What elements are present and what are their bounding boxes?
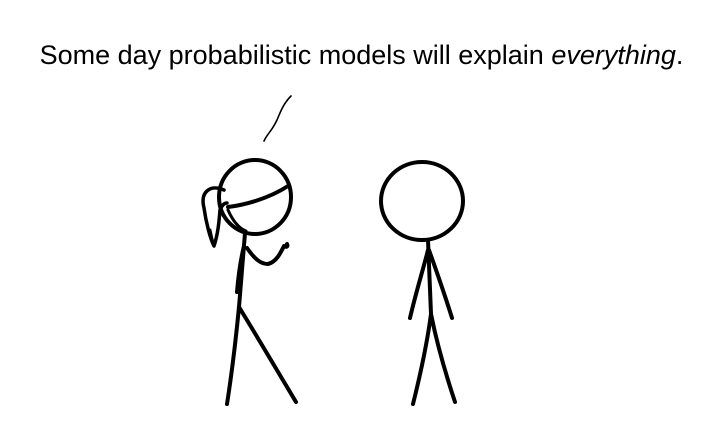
speaker-arm-right: [245, 242, 290, 266]
speaker-leg-left: [225, 305, 241, 406]
speaker-hair: [226, 184, 290, 209]
listener-arm-left: [408, 248, 430, 320]
listener-head: [379, 160, 465, 242]
comic-drawing: [201, 95, 465, 406]
speaker-head: [217, 158, 293, 236]
listener-leg-right: [429, 312, 457, 404]
listener-figure: [379, 160, 465, 406]
comic-panel: Some day probabilistic models will expla…: [0, 0, 723, 426]
gesture-mark: [263, 95, 292, 142]
speaker-figure: [201, 158, 298, 406]
speaker-leg-right: [237, 305, 298, 404]
listener-leg-left: [411, 312, 433, 406]
